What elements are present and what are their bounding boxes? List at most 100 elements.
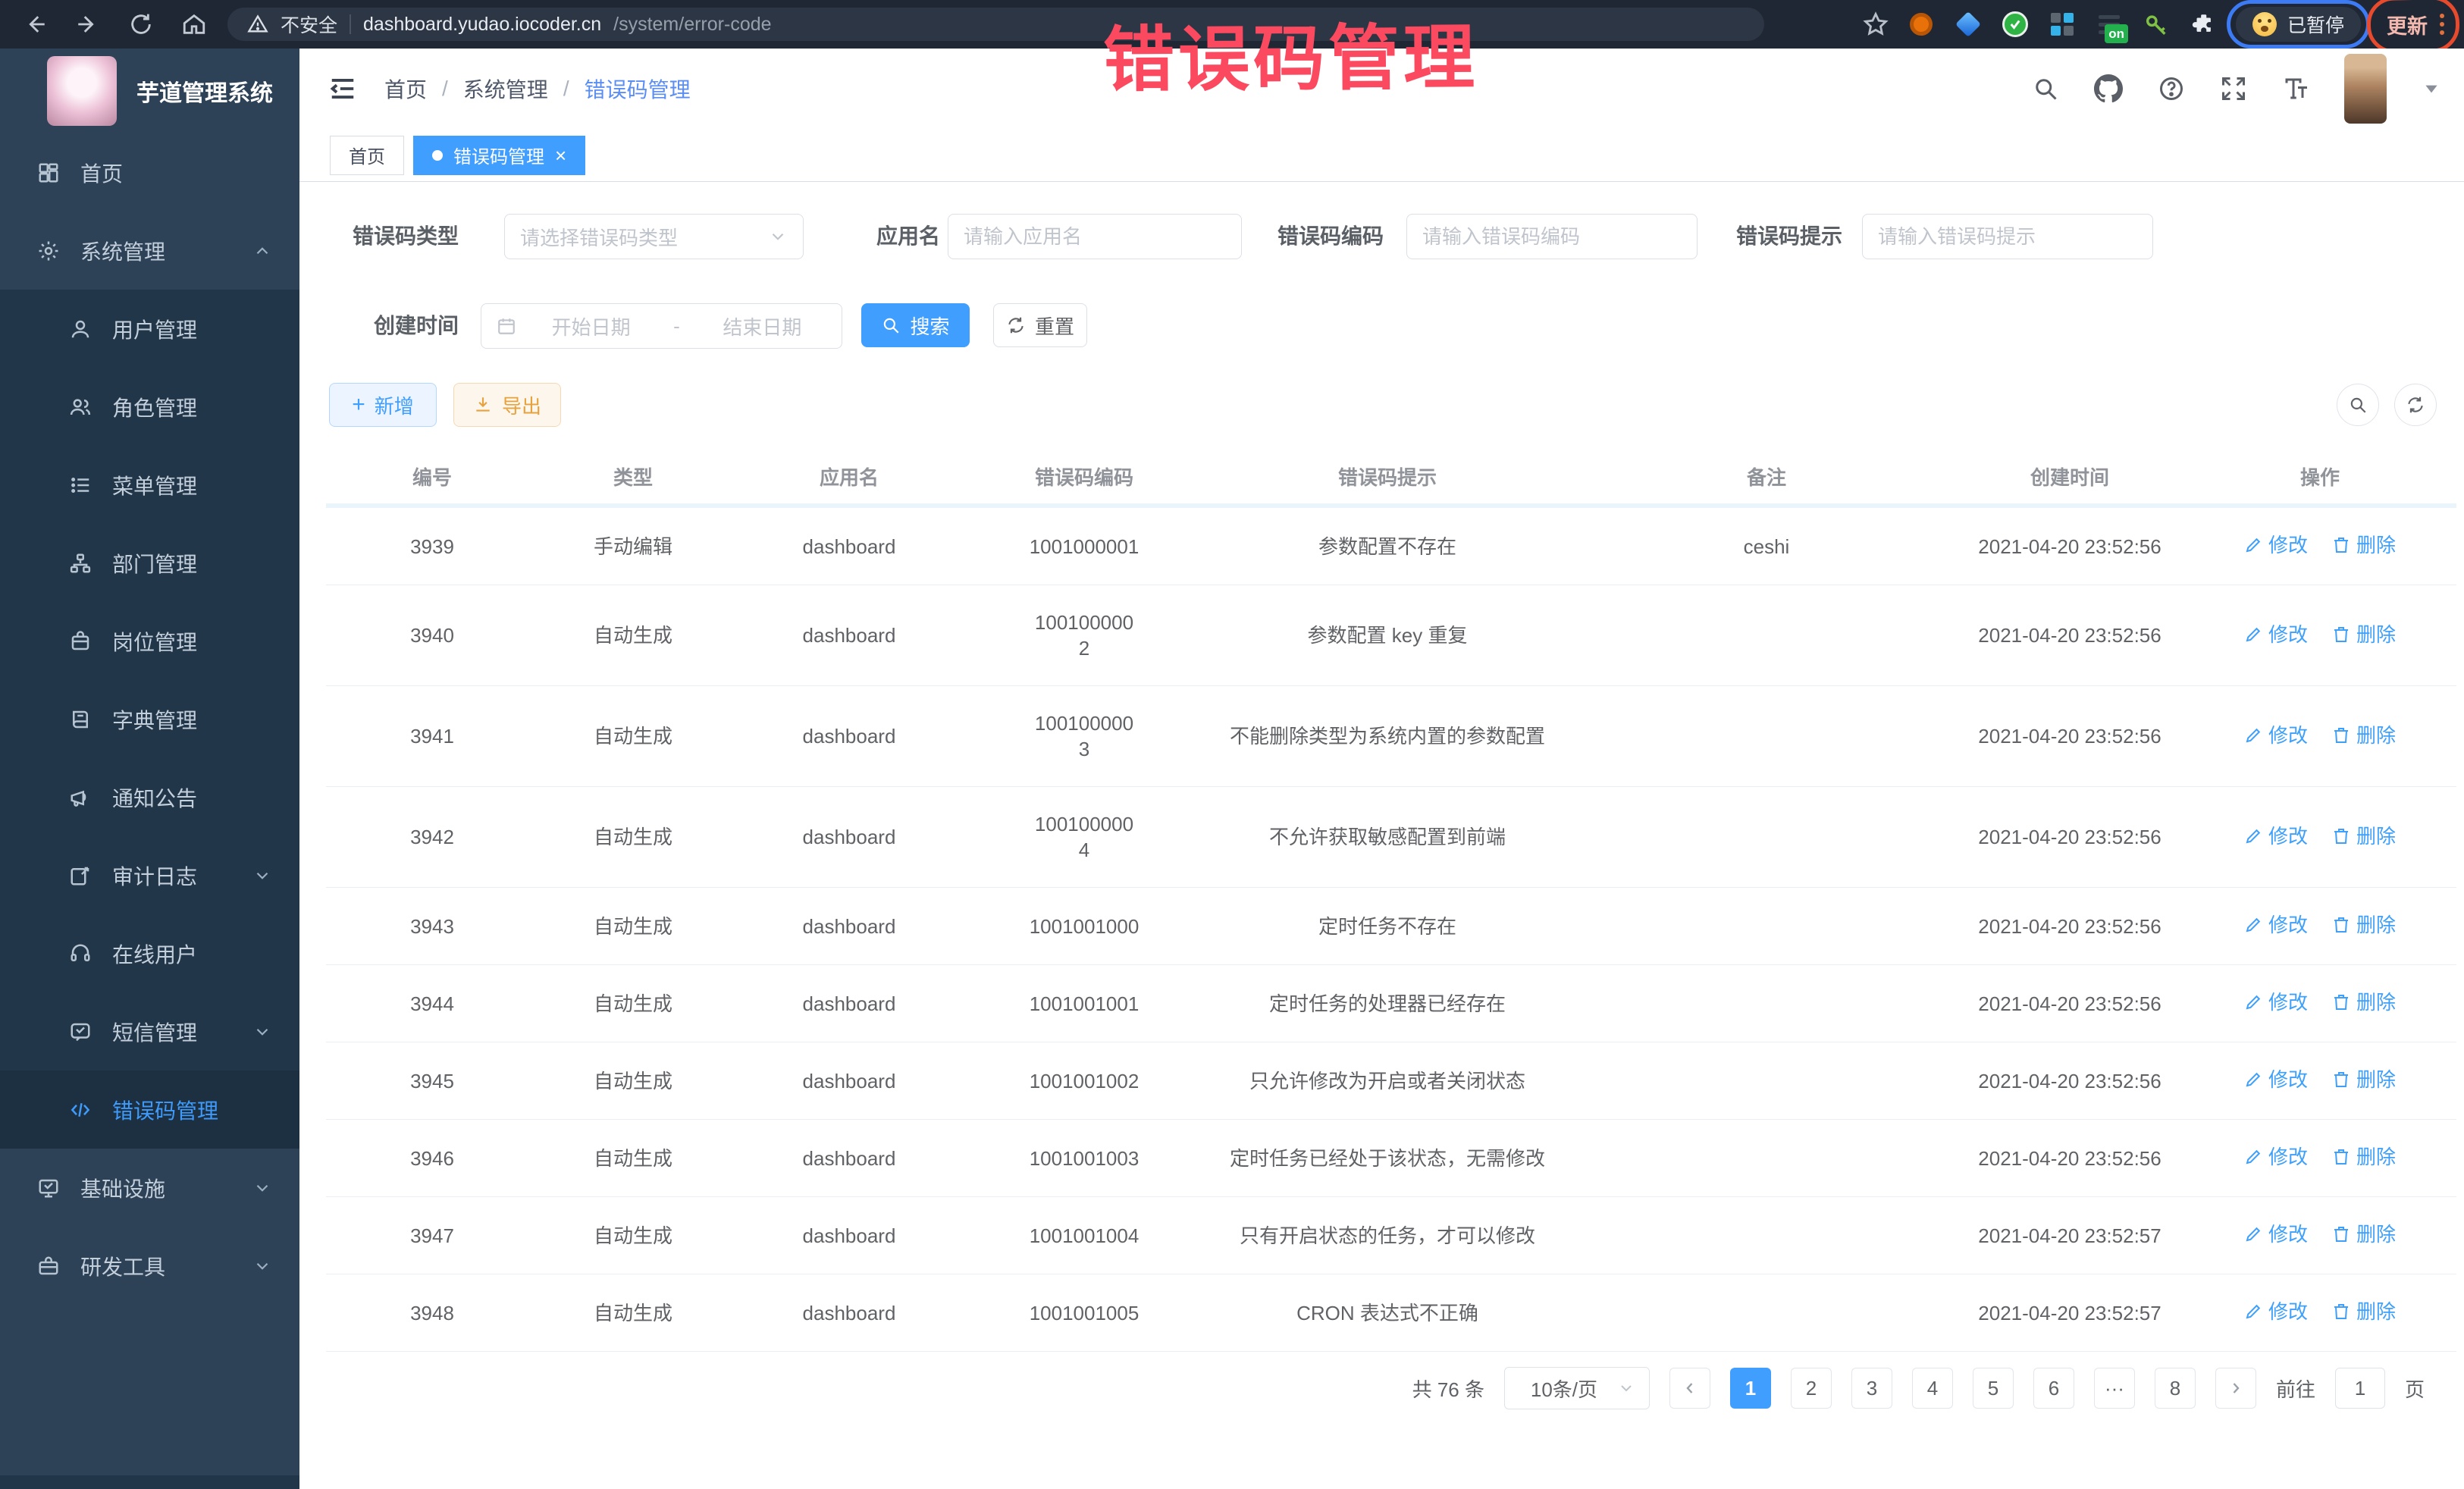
sidebar-item-roles[interactable]: 角色管理 (0, 368, 299, 446)
reload-icon[interactable] (126, 9, 156, 39)
sidebar-item-dict[interactable]: 字典管理 (0, 680, 299, 758)
sidebar-item-departments[interactable]: 部门管理 (0, 524, 299, 602)
delete-link[interactable]: 删除 (2332, 1299, 2396, 1324)
cell-actions: 修改删除 (2183, 1197, 2456, 1274)
delete-link[interactable]: 删除 (2332, 1221, 2396, 1247)
sidebar-item-label: 审计日志 (112, 860, 252, 891)
delete-link[interactable]: 删除 (2332, 532, 2396, 558)
forward-icon[interactable] (73, 9, 103, 39)
cell-id: 3946 (326, 1120, 538, 1197)
delete-link[interactable]: 删除 (2332, 912, 2396, 938)
avatar-caret-icon[interactable] (2422, 79, 2441, 99)
fullscreen-icon[interactable] (2220, 75, 2247, 102)
extensions-puzzle-icon[interactable] (2189, 10, 2218, 39)
add-button[interactable]: + 新增 (329, 383, 437, 427)
sidebar-item-dev-tools[interactable]: 研发工具 (0, 1227, 299, 1305)
extension-gem-icon[interactable] (1954, 10, 1983, 39)
sidebar-item-label: 部门管理 (112, 548, 272, 578)
page-button-4[interactable]: 4 (1912, 1368, 1953, 1409)
sidebar-item-menus[interactable]: 菜单管理 (0, 446, 299, 524)
address-bar[interactable]: 不安全 dashboard.yudao.iocoder.cn/system/er… (227, 8, 1764, 41)
sidebar-item-sms[interactable]: 短信管理 (0, 992, 299, 1071)
sidebar-item-online-users[interactable]: 在线用户 (0, 914, 299, 992)
home-icon[interactable] (179, 9, 209, 39)
back-icon[interactable] (20, 9, 50, 39)
edit-link[interactable]: 修改 (2244, 1067, 2308, 1092)
pagination-more[interactable]: ··· (2094, 1368, 2135, 1409)
close-icon[interactable]: × (555, 146, 566, 165)
error-type-select[interactable]: 请选择错误码类型 (504, 214, 804, 259)
sidebar-collapse-bar[interactable] (0, 1475, 299, 1489)
next-page-button[interactable] (2215, 1368, 2256, 1409)
prev-page-button[interactable] (1669, 1368, 1710, 1409)
filter-time-label: 创建时间 (345, 303, 459, 349)
delete-link[interactable]: 删除 (2332, 723, 2396, 748)
edit-link[interactable]: 修改 (2244, 532, 2308, 558)
delete-link[interactable]: 删除 (2332, 989, 2396, 1015)
delete-link[interactable]: 删除 (2332, 1144, 2396, 1170)
edit-link[interactable]: 修改 (2244, 622, 2308, 647)
page-button-1[interactable]: 1 (1730, 1368, 1771, 1409)
sidebar-item-users[interactable]: 用户管理 (0, 290, 299, 368)
page-button-3[interactable]: 3 (1851, 1368, 1892, 1409)
tab-home[interactable]: 首页 (330, 136, 404, 175)
toggle-search-button[interactable] (2337, 384, 2379, 426)
sidebar-item-notice[interactable]: 通知公告 (0, 758, 299, 836)
search-icon[interactable] (2032, 75, 2059, 102)
extension-orange-icon[interactable] (1907, 10, 1936, 39)
date-range-picker[interactable]: 开始日期 - 结束日期 (481, 303, 842, 349)
tab-error-code[interactable]: 错误码管理 × (413, 136, 585, 175)
sidebar-collapse-icon[interactable] (325, 71, 360, 106)
insecure-warning-icon[interactable] (247, 14, 268, 35)
font-size-icon[interactable] (2282, 75, 2309, 102)
page-button-2[interactable]: 2 (1791, 1368, 1832, 1409)
delete-link[interactable]: 删除 (2332, 1067, 2396, 1092)
sidebar-item-label: 首页 (80, 158, 272, 188)
browser-update-button[interactable]: 更新 (2379, 5, 2452, 44)
page-button-5[interactable]: 5 (1973, 1368, 2014, 1409)
delete-link[interactable]: 删除 (2332, 622, 2396, 647)
edit-link[interactable]: 修改 (2244, 823, 2308, 849)
reset-button[interactable]: 重置 (993, 303, 1087, 347)
edit-link[interactable]: 修改 (2244, 1144, 2308, 1170)
page-button-8[interactable]: 8 (2155, 1368, 2196, 1409)
sidebar-item-error-code[interactable]: 错误码管理 (0, 1071, 299, 1149)
page-button-6[interactable]: 6 (2033, 1368, 2074, 1409)
help-icon[interactable] (2158, 75, 2185, 102)
browser-menu-kebab-icon[interactable] (2440, 14, 2444, 35)
delete-link[interactable]: 删除 (2332, 823, 2396, 849)
page-size-select[interactable]: 10条/页 (1504, 1367, 1650, 1409)
app-name-input[interactable] (948, 214, 1242, 259)
sidebar-item-home[interactable]: 首页 (0, 133, 299, 212)
extension-grid-icon[interactable] (2048, 10, 2077, 39)
headset-icon (67, 942, 94, 965)
refresh-button[interactable] (2394, 384, 2437, 426)
sidebar-item-infra[interactable]: 基础设施 (0, 1149, 299, 1227)
export-button[interactable]: 导出 (453, 383, 561, 427)
extension-list-icon[interactable]: on (2095, 10, 2124, 39)
user-avatar[interactable] (2344, 54, 2387, 124)
column-header-type: 类型 (538, 452, 728, 506)
goto-page-input[interactable] (2335, 1368, 2385, 1409)
sidebar-item-audit-log[interactable]: 审计日志 (0, 836, 299, 914)
extension-key-icon[interactable] (2142, 10, 2171, 39)
edit-link[interactable]: 修改 (2244, 723, 2308, 748)
edit-link[interactable]: 修改 (2244, 1221, 2308, 1247)
error-msg-input[interactable] (1862, 214, 2153, 259)
sidebar-item-posts[interactable]: 岗位管理 (0, 602, 299, 680)
bookmark-star-icon[interactable] (1863, 11, 1889, 37)
extension-green-check-icon[interactable] (2001, 10, 2030, 39)
cell-id: 3947 (326, 1197, 538, 1274)
edit-link[interactable]: 修改 (2244, 1299, 2308, 1324)
sidebar-item-system[interactable]: 系统管理 (0, 212, 299, 290)
search-button[interactable]: 搜索 (861, 303, 970, 347)
sidebar-logo[interactable]: 芋道管理系统 (0, 49, 299, 133)
edit-link[interactable]: 修改 (2244, 989, 2308, 1015)
edit-link[interactable]: 修改 (2244, 912, 2308, 938)
filter-msg-label: 错误码提示 (1706, 214, 1842, 259)
profile-paused-pill[interactable]: 已暂停 (2236, 7, 2361, 42)
error-code-input[interactable] (1406, 214, 1698, 259)
breadcrumb-home[interactable]: 首页 (384, 74, 427, 104)
github-icon[interactable] (2094, 74, 2123, 103)
breadcrumb-system[interactable]: 系统管理 (463, 74, 548, 104)
